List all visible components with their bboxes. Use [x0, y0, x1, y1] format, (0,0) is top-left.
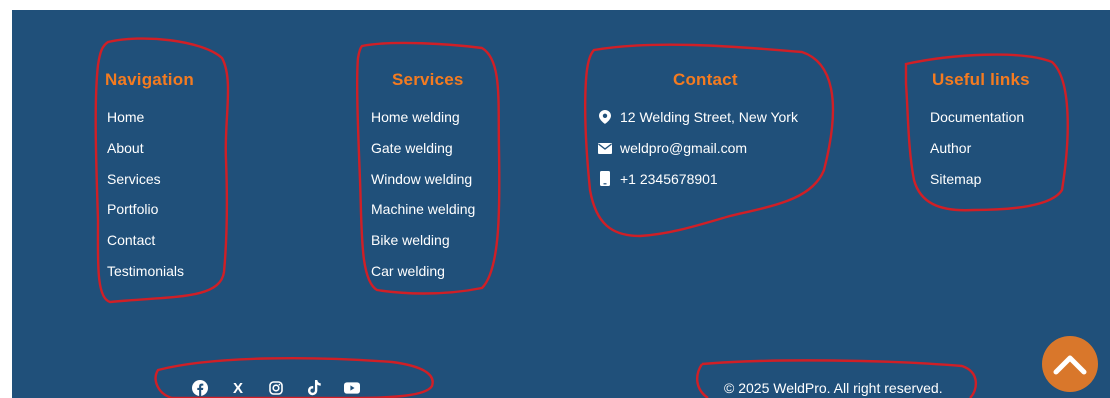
- navigation-column: Navigation Home About Services Portfolio…: [105, 70, 194, 287]
- contact-email[interactable]: weldpro@gmail.com: [598, 133, 798, 164]
- phone-icon: [598, 171, 612, 187]
- nav-link-services[interactable]: Services: [105, 164, 194, 195]
- contact-email-text[interactable]: weldpro@gmail.com: [620, 133, 747, 164]
- useful-links-column: Useful links Documentation Author Sitema…: [930, 70, 1030, 194]
- useful-link-documentation[interactable]: Documentation: [930, 102, 1030, 133]
- map-pin-icon: [598, 110, 612, 125]
- useful-link-author[interactable]: Author: [930, 133, 1030, 164]
- services-column: Services Home welding Gate welding Windo…: [371, 70, 475, 287]
- facebook-icon[interactable]: [192, 380, 208, 396]
- useful-links-list: Documentation Author Sitemap: [930, 102, 1030, 194]
- nav-link-about[interactable]: About: [105, 133, 194, 164]
- services-list: Home welding Gate welding Window welding…: [371, 102, 475, 287]
- tiktok-icon[interactable]: [306, 380, 322, 396]
- contact-column: Contact 12 Welding Street, New York weld…: [598, 70, 798, 194]
- nav-link-contact[interactable]: Contact: [105, 225, 194, 256]
- nav-link-home[interactable]: Home: [105, 102, 194, 133]
- youtube-icon[interactable]: [344, 380, 360, 396]
- service-link-home-welding[interactable]: Home welding: [371, 102, 475, 133]
- contact-heading: Contact: [673, 70, 738, 89]
- services-heading: Services: [392, 70, 464, 89]
- scroll-to-top-button[interactable]: [1042, 336, 1098, 392]
- x-icon[interactable]: X: [230, 380, 246, 397]
- instagram-icon[interactable]: [268, 380, 284, 396]
- contact-phone[interactable]: +1 2345678901: [598, 164, 798, 195]
- nav-link-portfolio[interactable]: Portfolio: [105, 194, 194, 225]
- envelope-icon: [598, 141, 612, 155]
- service-link-bike-welding[interactable]: Bike welding: [371, 225, 475, 256]
- contact-address: 12 Welding Street, New York: [598, 102, 798, 133]
- nav-link-testimonials[interactable]: Testimonials: [105, 256, 194, 287]
- contact-list: 12 Welding Street, New York weldpro@gmai…: [598, 102, 798, 194]
- chevron-up-icon: [1053, 355, 1087, 375]
- useful-link-sitemap[interactable]: Sitemap: [930, 164, 1030, 195]
- contact-address-text: 12 Welding Street, New York: [620, 109, 798, 125]
- social-links: X: [192, 380, 360, 397]
- service-link-car-welding[interactable]: Car welding: [371, 256, 475, 287]
- useful-links-heading: Useful links: [932, 70, 1030, 89]
- copyright-text: © 2025 WeldPro. All right reserved.: [724, 380, 943, 396]
- site-footer: Navigation Home About Services Portfolio…: [12, 10, 1110, 398]
- contact-phone-text[interactable]: +1 2345678901: [620, 164, 718, 195]
- service-link-machine-welding[interactable]: Machine welding: [371, 194, 475, 225]
- navigation-list: Home About Services Portfolio Contact Te…: [105, 102, 194, 287]
- navigation-heading: Navigation: [105, 70, 194, 89]
- service-link-gate-welding[interactable]: Gate welding: [371, 133, 475, 164]
- service-link-window-welding[interactable]: Window welding: [371, 164, 475, 195]
